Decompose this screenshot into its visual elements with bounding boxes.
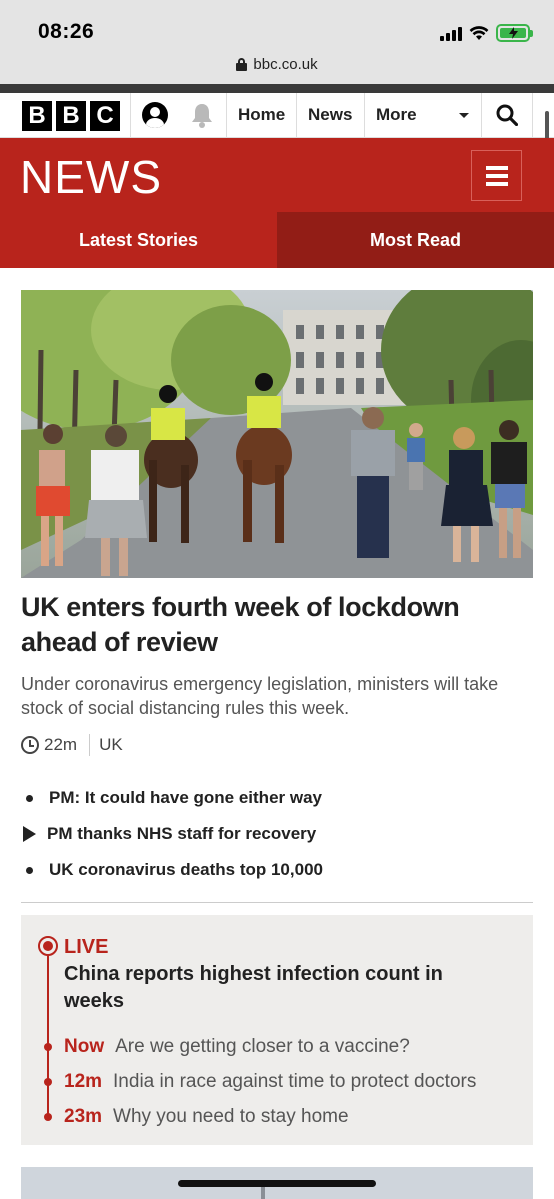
live-entry-text: Are we getting closer to a vaccine? [115, 1036, 410, 1057]
related-link-label: PM: It could have gone either way [49, 788, 322, 807]
wifi-icon [469, 26, 489, 40]
logo-letter: C [90, 101, 120, 131]
timeline-dot [44, 1113, 52, 1121]
lead-story-summary: Under coronavirus emergency legislation,… [21, 674, 499, 718]
clock-icon [21, 736, 39, 754]
live-indicator-icon [38, 936, 58, 956]
logo-letter: B [22, 101, 52, 131]
news-section-header: NEWS Latest Stories Most Read [0, 138, 554, 268]
account-icon [141, 102, 168, 128]
bell-icon [192, 104, 212, 128]
nav-news-link[interactable]: News [296, 93, 364, 137]
meta-divider [89, 734, 91, 756]
lead-story-topic[interactable]: UK [99, 735, 123, 755]
bbc-navbar: B B C Home News More [0, 93, 554, 138]
bbc-logo[interactable]: B B C [22, 101, 120, 131]
search-icon [496, 104, 518, 126]
chevron-down-icon [459, 113, 469, 118]
account-button[interactable] [130, 93, 178, 137]
url-text: bbc.co.uk [253, 55, 318, 73]
browser-chrome: 08:26 bbc.co.uk [0, 0, 554, 84]
url-bar[interactable]: bbc.co.uk [0, 52, 554, 76]
status-time: 08:26 [38, 20, 95, 43]
logo-letter: B [56, 101, 86, 131]
notifications-button[interactable] [178, 93, 226, 137]
signal-icon [440, 25, 462, 41]
live-entry-time: Now [64, 1036, 105, 1057]
related-video-link[interactable]: PM thanks NHS staff for recovery [21, 816, 533, 852]
tab-most-read[interactable]: Most Read [277, 212, 554, 268]
status-icons [440, 22, 533, 44]
section-divider [21, 902, 533, 903]
section-title[interactable]: NEWS [20, 150, 162, 204]
live-entry-text: Why you need to stay home [113, 1106, 349, 1127]
related-link-label: PM thanks NHS staff for recovery [47, 824, 317, 843]
battery-icon [496, 24, 533, 42]
lead-story-headline[interactable]: UK enters fourth week of lockdown ahead … [21, 590, 533, 660]
home-indicator[interactable] [178, 1180, 376, 1187]
chrome-divider [0, 84, 554, 93]
live-entry-text: India in race against time to protect do… [113, 1071, 477, 1092]
live-entry[interactable]: 23m Why you need to stay home [64, 1104, 349, 1130]
related-links: PM: It could have gone either way PM tha… [21, 780, 533, 888]
hamburger-icon [485, 165, 508, 170]
live-entry-time: 23m [64, 1106, 103, 1127]
live-title[interactable]: China reports highest infection count in… [64, 961, 504, 1015]
menu-button[interactable] [471, 150, 522, 201]
lock-icon [236, 57, 248, 71]
nav-home-link[interactable]: Home [226, 93, 296, 137]
related-link-label: UK coronavirus deaths top 10,000 [49, 860, 323, 879]
lead-story-time: 22m [44, 735, 78, 754]
related-link[interactable]: UK coronavirus deaths top 10,000 [21, 852, 533, 888]
live-coverage-card[interactable]: LIVE China reports highest infection cou… [21, 915, 533, 1145]
lead-story-meta: 22m UK [21, 732, 123, 758]
live-entry[interactable]: 12m India in race against time to protec… [64, 1069, 476, 1095]
live-timeline [47, 948, 49, 1118]
live-badge: LIVE [64, 936, 109, 958]
bullet-icon [26, 794, 33, 802]
play-icon [23, 826, 36, 842]
timeline-dot [44, 1043, 52, 1051]
timeline-dot [44, 1078, 52, 1086]
lead-story-image[interactable] [21, 290, 533, 578]
tab-latest-stories[interactable]: Latest Stories [0, 212, 277, 268]
live-entry-time: 12m [64, 1071, 103, 1092]
live-entry[interactable]: Now Are we getting closer to a vaccine? [64, 1034, 410, 1060]
search-button[interactable] [481, 93, 533, 137]
bullet-icon [26, 866, 33, 874]
related-link[interactable]: PM: It could have gone either way [21, 780, 533, 816]
